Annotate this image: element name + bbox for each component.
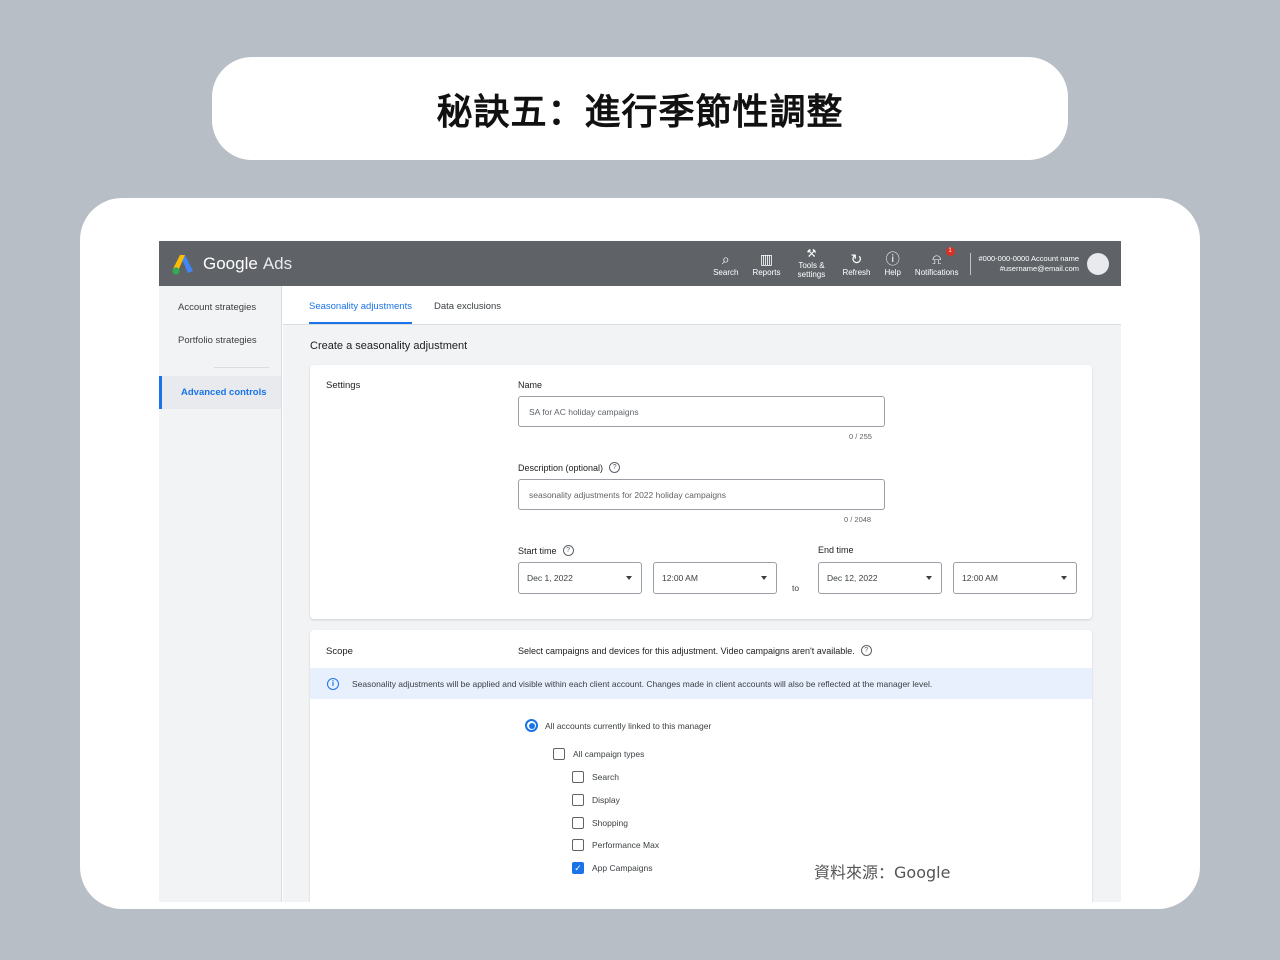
tools-settings-button[interactable]: ⚒ Tools & settings [794, 248, 828, 279]
toolbar-divider [969, 252, 971, 275]
chevron-down-icon [626, 576, 632, 580]
chevron-down-icon [926, 576, 932, 580]
tab-data-exclusions[interactable]: Data exclusions [434, 301, 501, 324]
checkbox-icon [572, 794, 584, 806]
campaign-type-performance-max-checkbox[interactable]: Performance Max [572, 839, 659, 851]
source-caption: 資料來源：Google [814, 863, 951, 882]
tab-bar: Seasonality adjustments Data exclusions [283, 286, 1121, 325]
name-field[interactable]: SA for AC holiday campaigns [518, 396, 885, 427]
brand-name: Google Ads [203, 253, 293, 273]
help-icon[interactable]: ? [609, 462, 621, 473]
end-date-select[interactable]: Dec 12, 2022 [818, 562, 942, 594]
help-icon: ⓘ [885, 250, 900, 267]
scope-panel: Scope Select campaigns and devices for t… [310, 630, 1092, 902]
sidebar-item-portfolio-strategies[interactable]: Portfolio strategies [159, 324, 281, 357]
description-counter: 0 / 2048 [844, 515, 872, 524]
refresh-icon: ↻ [850, 250, 863, 267]
info-icon: i [327, 677, 339, 690]
search-icon: ⌕ [721, 250, 730, 267]
start-date-select[interactable]: Dec 1, 2022 [518, 562, 642, 594]
scope-description: Select campaigns and devices for this ad… [518, 645, 872, 656]
refresh-button[interactable]: ↻ Refresh [842, 251, 870, 277]
settings-panel: Settings Name SA for AC holiday campaign… [310, 365, 1092, 619]
all-accounts-radio[interactable]: All accounts currently linked to this ma… [525, 719, 711, 732]
screenshot-card: Google Ads ⌕ Search ▥ Reports ⚒ Tools & s… [80, 198, 1200, 909]
radio-selected-icon [525, 719, 538, 732]
sidebar: Account strategies Portfolio strategies … [159, 286, 282, 902]
account-name: #000-000-0000 Account name [978, 253, 1080, 263]
campaign-type-app-campaigns-checkbox[interactable]: ✓ App Campaigns [572, 862, 652, 874]
slide-title: 秘訣五：進行季節性調整 [212, 57, 1068, 160]
all-campaign-types-checkbox[interactable]: All campaign types [553, 748, 644, 760]
campaign-type-shopping-checkbox[interactable]: Shopping [572, 817, 628, 829]
campaign-type-display-checkbox[interactable]: Display [572, 794, 620, 806]
settings-label: Settings [326, 380, 361, 391]
help-icon[interactable]: ? [562, 545, 574, 556]
tab-seasonality-adjustments[interactable]: Seasonality adjustments [309, 301, 412, 324]
reports-button[interactable]: ▥ Reports [752, 251, 780, 277]
name-counter: 0 / 255 [849, 432, 872, 441]
checkmark-icon: ✓ [572, 862, 584, 874]
search-button[interactable]: ⌕ Search [713, 251, 738, 277]
description-field[interactable]: seasonality adjustments for 2022 holiday… [518, 479, 885, 510]
checkbox-icon [572, 839, 584, 851]
top-bar: Google Ads ⌕ Search ▥ Reports ⚒ Tools & s… [159, 241, 1121, 286]
campaign-type-search-checkbox[interactable]: Search [572, 771, 619, 783]
page-title: Create a seasonality adjustment [310, 340, 468, 352]
end-time-label: End time [818, 545, 854, 555]
reports-icon: ▥ [759, 250, 774, 267]
sidebar-item-account-strategies[interactable]: Account strategies [159, 291, 281, 324]
google-ads-logo[interactable]: Google Ads [171, 253, 292, 275]
avatar[interactable] [1087, 252, 1109, 275]
sidebar-item-advanced-controls[interactable]: Advanced controls [159, 376, 281, 409]
sidebar-divider [214, 367, 269, 368]
toolbar: ⌕ Search ▥ Reports ⚒ Tools & settings ↻ … [706, 241, 1121, 286]
help-button[interactable]: ⓘ Help [884, 251, 900, 277]
wrench-icon: ⚒ [806, 248, 817, 260]
checkbox-icon [572, 771, 584, 783]
checkbox-icon [572, 817, 584, 829]
end-time-select[interactable]: 12:00 AM [953, 562, 1077, 594]
info-banner: i Seasonality adjustments will be applie… [310, 668, 1092, 699]
help-icon[interactable]: ? [860, 645, 872, 656]
start-time-label: Start time? [518, 545, 574, 556]
google-ads-logo-icon [172, 254, 193, 275]
main-content: Seasonality adjustments Data exclusions … [283, 286, 1121, 902]
description-label: Description (optional)? [518, 462, 621, 473]
chevron-down-icon [761, 576, 767, 580]
scope-label: Scope [326, 646, 353, 657]
notifications-button[interactable]: ⍾ 1 Notifications [915, 246, 959, 277]
name-label: Name [518, 380, 543, 390]
info-text: Seasonality adjustments will be applied … [352, 678, 933, 689]
start-time-select[interactable]: 12:00 AM [653, 562, 777, 594]
checkbox-icon [553, 748, 565, 760]
to-label: to [792, 583, 800, 593]
account-info[interactable]: #000-000-0000 Account name #username@ema… [979, 254, 1080, 274]
chevron-down-icon [1061, 576, 1067, 580]
google-ads-window: Google Ads ⌕ Search ▥ Reports ⚒ Tools & s… [159, 241, 1121, 902]
notification-badge: 1 [945, 246, 955, 256]
bell-icon: ⍾ [932, 250, 942, 267]
account-email: #username@email.com [999, 263, 1079, 273]
